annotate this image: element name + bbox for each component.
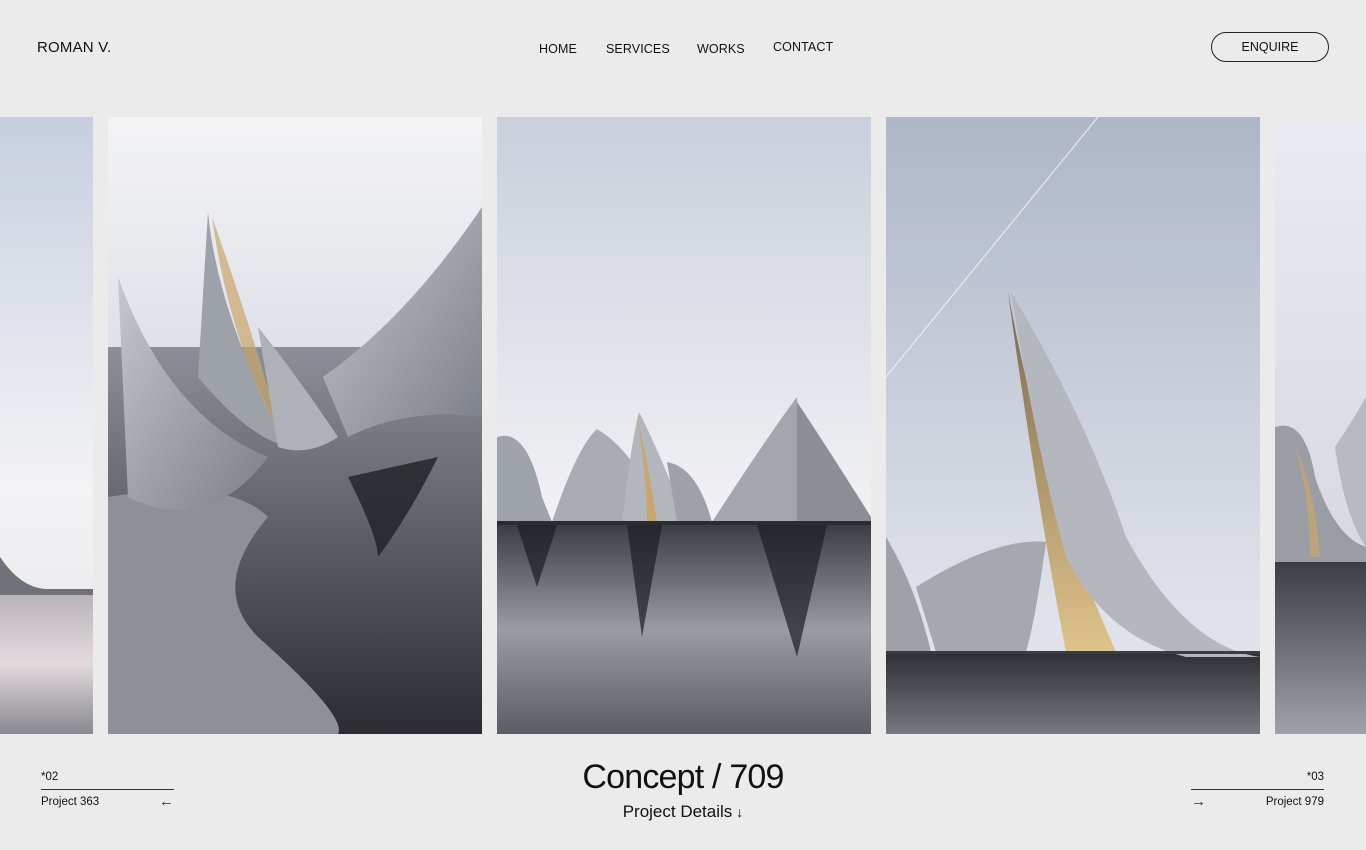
arrow-right-icon[interactable]: → [1191, 794, 1206, 809]
gallery-image-right-partial[interactable] [1275, 117, 1366, 734]
gallery-image-3[interactable] [886, 117, 1260, 734]
nav-contact[interactable]: CONTACT [773, 40, 833, 54]
main-nav: HOME SERVICES WORKS CONTACT [0, 40, 1366, 60]
project-details-link[interactable]: Project Details ↓ [0, 802, 1366, 822]
gallery-image-1[interactable] [108, 117, 482, 734]
divider [1191, 789, 1324, 790]
gallery-image-left-partial[interactable] [0, 117, 93, 734]
nav-works[interactable]: WORKS [697, 42, 745, 56]
nav-home[interactable]: HOME [539, 42, 577, 56]
architecture-image [497, 117, 871, 734]
next-project-label[interactable]: Project 979 [1266, 796, 1324, 808]
architecture-image [886, 117, 1260, 734]
nav-services[interactable]: SERVICES [606, 42, 670, 56]
architecture-image [108, 117, 482, 734]
arrow-down-icon: ↓ [736, 804, 744, 820]
architecture-image [0, 117, 93, 734]
project-details-label: Project Details [622, 802, 733, 821]
gallery-image-2[interactable] [497, 117, 871, 734]
project-title: Concept / 709 [582, 758, 784, 796]
page: ROMAN V. HOME SERVICES WORKS CONTACT ENQ… [0, 0, 1366, 850]
next-project-number: *03 [1306, 771, 1324, 783]
next-project[interactable]: *03 → Project 979 [1191, 771, 1324, 810]
enquire-button[interactable]: ENQUIRE [1211, 32, 1329, 62]
architecture-image [1275, 117, 1366, 734]
